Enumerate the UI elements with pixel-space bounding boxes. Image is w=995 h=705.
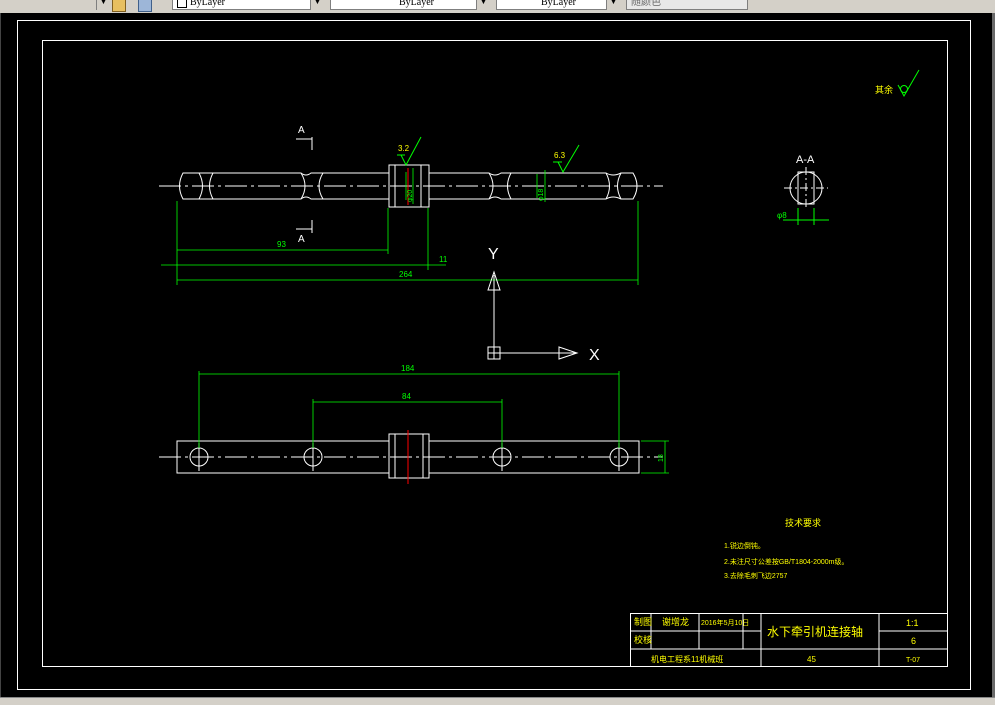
layer-previous-icon[interactable]: [138, 0, 152, 12]
color-value: ByLayer: [190, 0, 225, 8]
linetype-value: ByLayer: [399, 0, 434, 8]
ucs-y: Y: [488, 246, 499, 263]
tb-drawn-by: 谢增龙: [662, 616, 689, 627]
properties-toolbar: ▼ ByLayer ▼ ByLayer ▼ ByLayer ▼ 随颜色: [0, 0, 995, 13]
tb-qty: 6: [911, 636, 916, 646]
top-dimensions: [198, 371, 669, 474]
roughness-note: 其余: [875, 84, 893, 95]
color-control[interactable]: ByLayer: [172, 0, 324, 10]
roughness-2: 6.3: [554, 151, 566, 160]
lineweight-dropdown-arrow[interactable]: ▼: [606, 0, 620, 10]
color-swatch-icon: [177, 0, 187, 8]
cut-markers: [296, 137, 313, 233]
dim-diam-b: φ18: [538, 189, 545, 201]
plotstyle-control[interactable]: 随颜色: [626, 0, 748, 10]
dim-84: 84: [402, 392, 411, 401]
dim-264: 264: [399, 270, 413, 279]
tech-line-3: 3.去除毛刺飞边2757: [724, 571, 788, 580]
lineweight-value: ByLayer: [541, 0, 576, 8]
ucs-icon: [487, 270, 579, 360]
dim-93: 93: [277, 240, 286, 249]
layer-dropdown-arrow[interactable]: ▼: [96, 0, 110, 10]
section-label: A-A: [796, 154, 815, 166]
top-view: [159, 433, 663, 479]
tb-material: 45: [807, 655, 816, 664]
tb-checked-label: 校核: [634, 634, 652, 645]
ucs-x: X: [589, 347, 600, 364]
tb-scale: 1:1: [906, 618, 919, 628]
layer-state-icon[interactable]: [112, 0, 126, 12]
tb-school: 机电工程系11机械班: [651, 654, 723, 664]
tb-date: 2016年5月10日: [701, 618, 749, 627]
tech-title: 技术要求: [785, 517, 821, 528]
status-strip: [0, 697, 995, 705]
cut-label-top: A: [298, 125, 305, 136]
plotstyle-value: 随颜色: [631, 0, 661, 8]
dim-11: 11: [439, 255, 448, 264]
tb-drawing-no: T-07: [906, 657, 920, 664]
linetype-dropdown-arrow[interactable]: ▼: [476, 0, 490, 10]
cut-label-bottom: A: [298, 234, 305, 245]
roughness-symbols: [397, 69, 920, 174]
tb-part-name: 水下牵引机连接轴: [767, 624, 863, 639]
tech-line-2: 2.未注尺寸公差按GB/T1804-2000m级。: [724, 557, 848, 566]
drawing-svg[interactable]: A A 93 11 264 φ20 φ18 3.2 6.3 其余 A-A φ8 …: [1, 13, 992, 697]
linetype-control[interactable]: ByLayer: [330, 0, 490, 10]
dim-184: 184: [401, 364, 415, 373]
roughness-1: 3.2: [398, 144, 410, 153]
tb-drawn-label: 制图: [634, 616, 652, 627]
dim-thick: 18: [658, 454, 665, 462]
tech-line-1: 1.锐边倒钝。: [724, 541, 765, 550]
lineweight-control[interactable]: ByLayer: [496, 0, 620, 10]
dim-diam-a: φ20: [407, 190, 414, 202]
section-view: [783, 167, 829, 225]
color-dropdown-arrow[interactable]: ▼: [310, 0, 324, 10]
drawing-canvas[interactable]: A A 93 11 264 φ20 φ18 3.2 6.3 其余 A-A φ8 …: [0, 13, 995, 697]
dim-diam-8: φ8: [777, 211, 787, 220]
